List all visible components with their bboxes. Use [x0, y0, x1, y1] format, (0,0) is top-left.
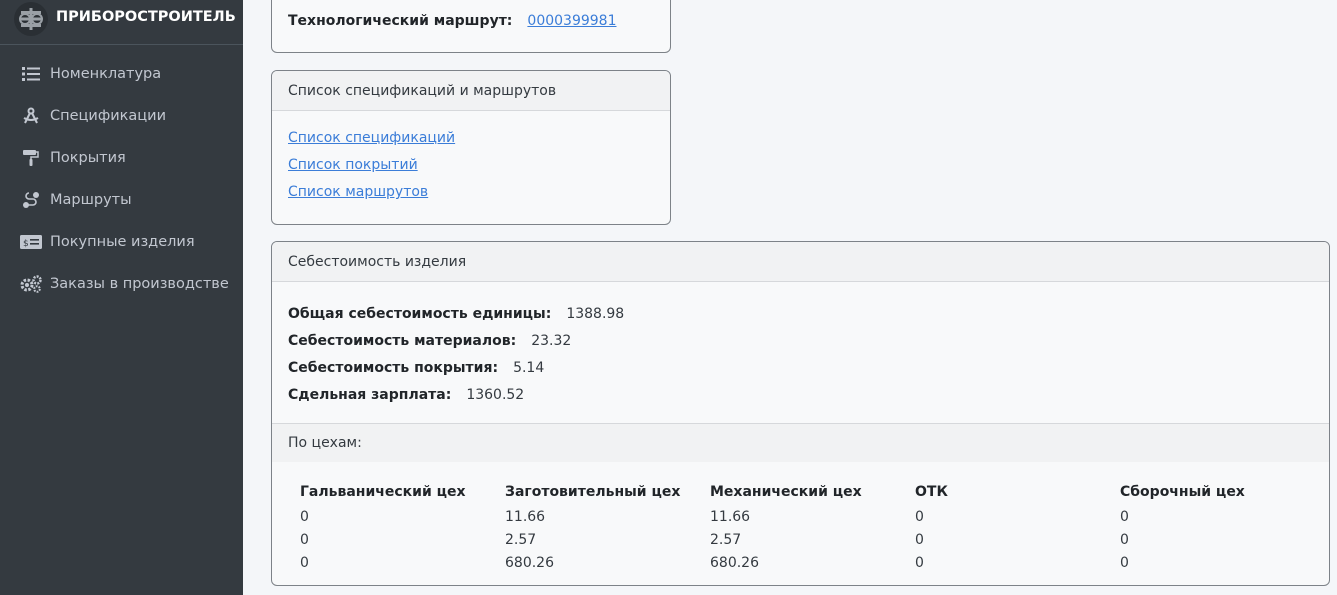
column-header: Сборочный цех: [1120, 484, 1245, 500]
route-icon: [20, 190, 42, 210]
table-cell: 0: [300, 508, 309, 525]
company-logo-icon: [14, 2, 48, 36]
route-link[interactable]: 0000399981: [527, 13, 616, 29]
cost-value: 5.14: [513, 359, 545, 376]
table-cell: 11.66: [710, 508, 751, 525]
gears-icon: [20, 274, 42, 294]
cost-summary: Общая себестоимость единицы: 1388.98 Себ…: [272, 282, 1329, 408]
cost-row-materials: Себестоимость материалов: 23.32: [288, 327, 1313, 354]
sidebar-item-specifications[interactable]: Спецификации: [0, 95, 243, 137]
table-row: 0 2.57 2.57 0 0: [300, 528, 1270, 551]
lists-card-title: Список спецификаций и маршрутов: [272, 71, 670, 111]
table-cell: 0: [1120, 554, 1129, 571]
lists-card: Список спецификаций и маршрутов Список с…: [271, 70, 671, 225]
route-label: Технологический маршрут:: [288, 13, 513, 29]
cost-row-wages: Сдельная зарплата: 1360.52: [288, 381, 1313, 408]
table-cell: 11.66: [505, 508, 546, 525]
svg-text:$: $: [23, 239, 29, 249]
sidebar-item-label: Покупные изделия: [50, 234, 195, 250]
cost-value: 1388.98: [566, 305, 625, 322]
brand-link[interactable]: ПРИБОРОСТРОИТЕЛЬ: [0, 0, 243, 45]
table-cell: 0: [915, 531, 924, 548]
column-header: ОТК: [915, 484, 948, 500]
cost-row-coating: Себестоимость покрытия: 5.14: [288, 354, 1313, 381]
column-header: Заготовительный цех: [505, 484, 681, 500]
cost-card: Себестоимость изделия Общая себестоимост…: [271, 241, 1330, 586]
lists-links: Список спецификаций Список покрытий Спис…: [272, 111, 670, 209]
sidebar: ПРИБОРОСТРОИТЕЛЬ Номенклатура Спецификац…: [0, 0, 243, 595]
table-cell: 2.57: [710, 531, 742, 548]
brand-name: ПРИБОРОСТРОИТЕЛЬ: [56, 9, 236, 25]
coatings-list-link[interactable]: Список покрытий: [288, 155, 654, 182]
cost-row-total: Общая себестоимость единицы: 1388.98: [288, 300, 1313, 327]
sidebar-item-nomenclature[interactable]: Номенклатура: [0, 53, 243, 95]
table-cell: 0: [300, 531, 309, 548]
table-header-row: Гальванический цех Заготовительный цех М…: [300, 479, 1270, 505]
cost-value: 23.32: [531, 332, 572, 349]
table-cell: 0: [1120, 508, 1129, 525]
sidebar-item-label: Покрытия: [50, 150, 126, 166]
table-cell: 0: [915, 554, 924, 571]
specifications-list-link[interactable]: Список спецификаций: [288, 128, 654, 155]
by-workshop-header: По цехам:: [272, 423, 1329, 462]
table-row: 0 11.66 11.66 0 0: [300, 505, 1270, 528]
table-cell: 2.57: [505, 531, 537, 548]
sidebar-item-label: Маршруты: [50, 192, 132, 208]
table-row: 0 680.26 680.26 0 0: [300, 551, 1270, 574]
table-cell: 0: [300, 554, 309, 571]
cost-value: 1360.52: [466, 386, 525, 403]
workshop-table: Гальванический цех Заготовительный цех М…: [300, 479, 1270, 574]
cost-label: Сдельная зарплата:: [288, 386, 452, 403]
column-header: Гальванический цех: [300, 484, 466, 500]
sidebar-nav: Номенклатура Спецификации Покрытия Маршр…: [0, 45, 243, 305]
table-cell: 0: [915, 508, 924, 525]
sidebar-item-label: Заказы в производстве: [50, 276, 229, 292]
column-header: Механический цех: [710, 484, 862, 500]
paint-roller-icon: [20, 148, 42, 168]
sidebar-item-purchased[interactable]: $ Покупные изделия: [0, 221, 243, 263]
table-cell: 680.26: [710, 554, 759, 571]
routes-list-link[interactable]: Список маршрутов: [288, 182, 654, 209]
cost-card-title: Себестоимость изделия: [272, 242, 1329, 282]
table-cell: 680.26: [505, 554, 554, 571]
drafting-compass-icon: [20, 106, 42, 126]
table-cell: 0: [1120, 531, 1129, 548]
sidebar-item-label: Спецификации: [50, 108, 166, 124]
route-row: Технологический маршрут: 0000399981: [288, 13, 616, 29]
sidebar-item-label: Номенклатура: [50, 66, 162, 82]
money-check-icon: $: [20, 232, 42, 252]
cost-label: Себестоимость материалов:: [288, 332, 517, 349]
list-icon: [20, 64, 42, 84]
sidebar-item-orders[interactable]: Заказы в производстве: [0, 263, 243, 305]
sidebar-item-routes[interactable]: Маршруты: [0, 179, 243, 221]
cost-label: Общая себестоимость единицы:: [288, 305, 552, 322]
sidebar-item-coatings[interactable]: Покрытия: [0, 137, 243, 179]
route-info-card: Технологический маршрут: 0000399981: [271, 0, 671, 53]
cost-label: Себестоимость покрытия:: [288, 359, 499, 376]
